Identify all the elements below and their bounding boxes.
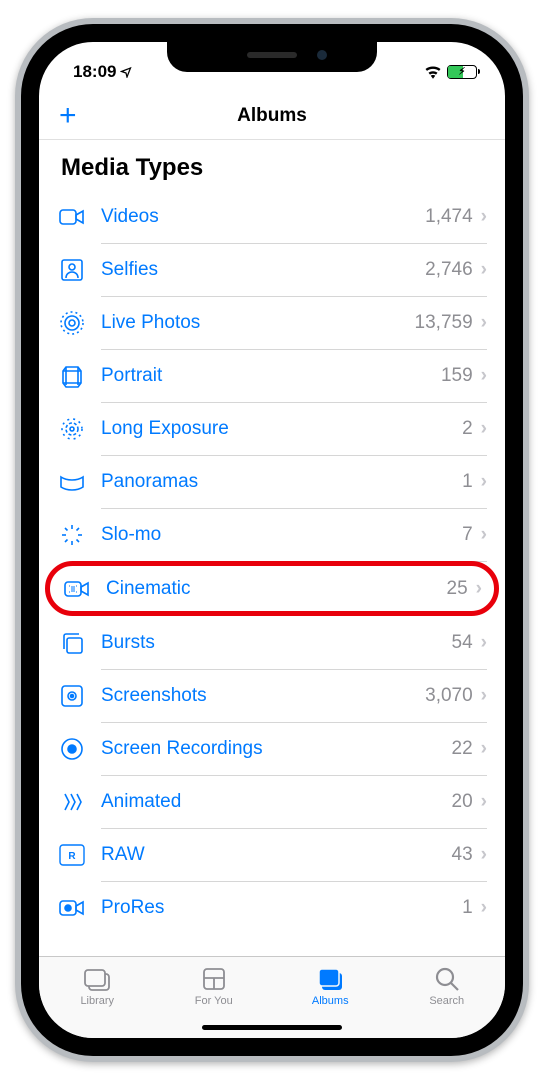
row-count: 1 (462, 897, 481, 919)
screenrec-icon (57, 734, 87, 764)
notch (167, 42, 377, 72)
tab-bar: Library For You Albums Search (39, 956, 505, 1016)
row-count: 54 (452, 632, 481, 654)
tab-label: Search (429, 995, 464, 1007)
chevron-right-icon: › (481, 471, 487, 493)
row-label: Cinematic (92, 578, 447, 600)
nav-bar: + Albums (39, 92, 505, 140)
row-label: Slo-mo (87, 524, 462, 546)
live-icon (57, 308, 87, 338)
row-label: Selfies (87, 259, 425, 281)
selfie-icon (57, 255, 87, 285)
row-screenshots[interactable]: Screenshots3,070› (57, 669, 487, 722)
row-label: Portrait (87, 365, 441, 387)
chevron-right-icon: › (481, 897, 487, 919)
row-label: RAW (87, 844, 452, 866)
phone-frame: 18:09 ⚡︎ + Albums Media Types Videos1,47… (15, 18, 529, 1062)
animated-icon (57, 787, 87, 817)
row-count: 2 (462, 418, 481, 440)
row-label: ProRes (87, 897, 462, 919)
row-count: 43 (452, 844, 481, 866)
bursts-icon (57, 628, 87, 658)
wifi-icon (424, 65, 442, 79)
chevron-right-icon: › (481, 844, 487, 866)
prores-icon (57, 893, 87, 923)
row-animated[interactable]: Animated20› (57, 775, 487, 828)
cinematic-icon (62, 574, 92, 604)
row-count: 7 (462, 524, 481, 546)
tab-library[interactable]: Library (39, 957, 156, 1016)
longexp-icon (57, 414, 87, 444)
raw-icon: R (57, 840, 87, 870)
section-header: Media Types (57, 140, 487, 190)
row-slomo[interactable]: Slo-mo7› (57, 508, 487, 561)
chevron-right-icon: › (481, 524, 487, 546)
row-label: Screenshots (87, 685, 425, 707)
row-raw[interactable]: R RAW43› (57, 828, 487, 881)
row-label: Screen Recordings (87, 738, 452, 760)
row-cinematic[interactable]: Cinematic25› (45, 561, 499, 616)
tab-search[interactable]: Search (389, 957, 506, 1016)
location-icon (120, 66, 132, 78)
nav-title: Albums (237, 105, 307, 127)
tab-label: Library (80, 995, 114, 1007)
screen: 18:09 ⚡︎ + Albums Media Types Videos1,47… (39, 42, 505, 1038)
chevron-right-icon: › (481, 738, 487, 760)
row-count: 2,746 (425, 259, 481, 281)
row-count: 22 (452, 738, 481, 760)
home-indicator[interactable] (39, 1016, 505, 1038)
row-count: 3,070 (425, 685, 481, 707)
svg-text:R: R (68, 851, 76, 862)
chevron-right-icon: › (481, 259, 487, 281)
row-count: 1 (462, 471, 481, 493)
chevron-right-icon: › (481, 685, 487, 707)
tab-label: For You (195, 995, 233, 1007)
chevron-right-icon: › (481, 791, 487, 813)
chevron-right-icon: › (476, 578, 482, 600)
row-video[interactable]: Videos1,474› (57, 190, 487, 243)
row-pano[interactable]: Panoramas1› (57, 455, 487, 508)
chevron-right-icon: › (481, 312, 487, 334)
chevron-right-icon: › (481, 418, 487, 440)
row-count: 159 (441, 365, 481, 387)
row-live[interactable]: Live Photos13,759› (57, 296, 487, 349)
row-label: Animated (87, 791, 452, 813)
row-selfie[interactable]: Selfies2,746› (57, 243, 487, 296)
row-bursts[interactable]: Bursts54› (57, 616, 487, 669)
row-count: 20 (452, 791, 481, 813)
chevron-right-icon: › (481, 632, 487, 654)
slomo-icon (57, 520, 87, 550)
row-count: 1,474 (425, 206, 481, 228)
tab-label: Albums (312, 995, 349, 1007)
battery-icon: ⚡︎ (447, 65, 477, 79)
row-portrait[interactable]: Portrait159› (57, 349, 487, 402)
row-prores[interactable]: ProRes1› (57, 881, 487, 934)
chevron-right-icon: › (481, 206, 487, 228)
video-icon (57, 202, 87, 232)
row-label: Live Photos (87, 312, 415, 334)
row-label: Panoramas (87, 471, 462, 493)
pano-icon (57, 467, 87, 497)
row-longexp[interactable]: Long Exposure2› (57, 402, 487, 455)
row-label: Videos (87, 206, 425, 228)
add-button[interactable]: + (59, 99, 77, 133)
portrait-icon (57, 361, 87, 391)
tab-albums[interactable]: Albums (272, 957, 389, 1016)
status-time: 18:09 (73, 62, 116, 82)
tab-foryou[interactable]: For You (156, 957, 273, 1016)
screenshots-icon (57, 681, 87, 711)
row-label: Bursts (87, 632, 452, 654)
row-count: 13,759 (415, 312, 481, 334)
row-label: Long Exposure (87, 418, 462, 440)
content-scroll[interactable]: Media Types Videos1,474›Selfies2,746›Liv… (39, 140, 505, 956)
row-screenrec[interactable]: Screen Recordings22› (57, 722, 487, 775)
media-types-list: Videos1,474›Selfies2,746›Live Photos13,7… (57, 190, 487, 934)
chevron-right-icon: › (481, 365, 487, 387)
row-count: 25 (447, 578, 476, 600)
